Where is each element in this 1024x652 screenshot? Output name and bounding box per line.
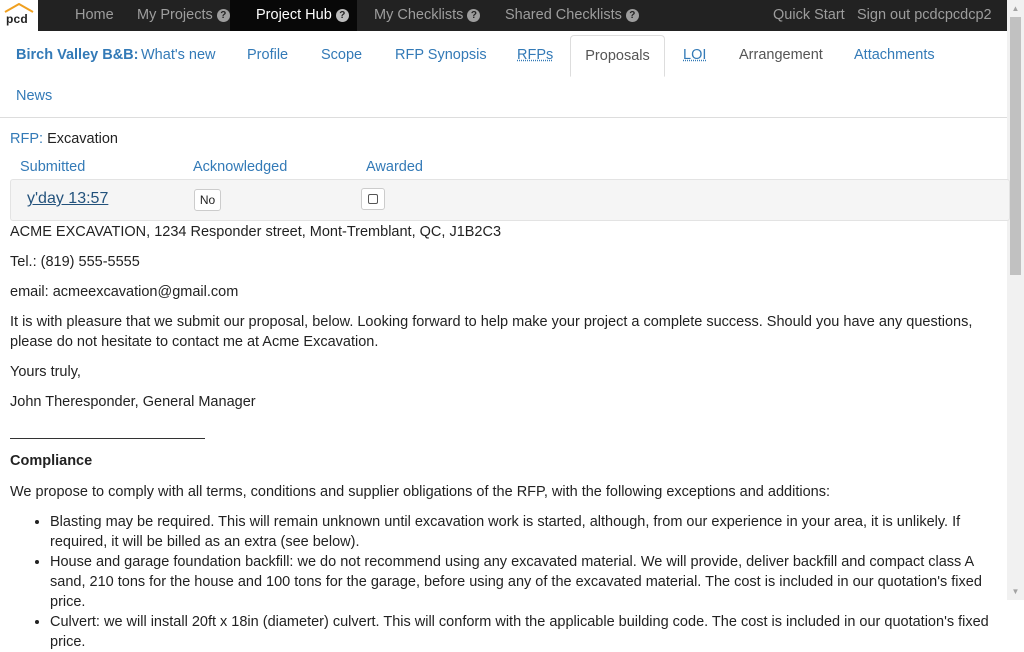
tab-loi[interactable]: LOI (683, 35, 706, 76)
closing: Yours truly, (10, 364, 81, 380)
tab-proposals[interactable]: Proposals (570, 35, 665, 77)
nav-my-checklists[interactable]: My Checklists? (374, 0, 481, 31)
tab-rfp-synopsis[interactable]: RFP Synopsis (395, 35, 487, 76)
header-acknowledged[interactable]: Acknowledged (193, 159, 287, 175)
nav-quick-start[interactable]: Quick Start (773, 0, 845, 31)
tab-attachments[interactable]: Attachments (854, 35, 935, 76)
top-navbar: pcd Home My Projects? Project Hub? My Ch… (0, 0, 1007, 31)
header-submitted[interactable]: Submitted (20, 159, 85, 175)
scroll-up-arrow-icon[interactable]: ▲ (1007, 0, 1024, 17)
nav-my-projects-label: My Projects (137, 7, 213, 23)
acknowledged-button[interactable]: No (194, 189, 221, 211)
list-item: Blasting may be required. This will rema… (50, 512, 1010, 552)
tab-whats-new[interactable]: What's new (141, 35, 216, 76)
project-name[interactable]: Birch Valley B&B: (16, 35, 139, 76)
scroll-thumb[interactable] (1010, 17, 1021, 275)
nav-shared-checklists[interactable]: Shared Checklists? (505, 0, 639, 31)
proposal-row: y'day 13:57 No (10, 179, 1010, 221)
tab-scope[interactable]: Scope (321, 35, 362, 76)
vertical-scrollbar[interactable]: ▲ ▼ (1007, 0, 1024, 600)
list-item: House and garage foundation backfill: we… (50, 552, 1010, 612)
nav-project-hub[interactable]: Project Hub? (230, 0, 357, 31)
supplier-address: ACME EXCAVATION, 1234 Responder street, … (10, 224, 502, 240)
nav-shared-checklists-label: Shared Checklists (505, 7, 622, 23)
compliance-text: We propose to comply with all terms, con… (10, 484, 830, 500)
help-icon[interactable]: ? (625, 9, 639, 22)
project-tabs: Birch Valley B&B: What's new Profile Sco… (0, 31, 1007, 118)
pcd-logo[interactable]: pcd (0, 0, 38, 31)
header-awarded[interactable]: Awarded (366, 159, 423, 175)
nav-my-checklists-label: My Checklists (374, 7, 464, 23)
tab-news[interactable]: News (16, 76, 52, 117)
awarded-checkbox[interactable] (361, 188, 385, 210)
signature: John Theresponder, General Manager (10, 394, 256, 410)
compliance-heading: Compliance (10, 453, 93, 469)
supplier-email: email: acmeexcavation@gmail.com (10, 284, 239, 300)
intro-paragraph: It is with pleasure that we submit our p… (10, 314, 973, 350)
tab-profile[interactable]: Profile (247, 35, 288, 76)
nav-project-hub-label: Project Hub (256, 7, 332, 23)
submitted-date-link[interactable]: y'day 13:57 (27, 190, 108, 208)
nav-sign-out[interactable]: Sign out pcdcpcdcp2 (857, 0, 992, 31)
rfp-label: RFP: (10, 131, 44, 147)
nav-home-label: Home (75, 7, 114, 23)
rfp-name: Excavation (47, 131, 118, 147)
supplier-tel: Tel.: (819) 555-5555 (10, 254, 140, 270)
divider (10, 438, 205, 439)
help-icon[interactable]: ? (216, 9, 230, 22)
compliance-list: Blasting may be required. This will rema… (10, 512, 1010, 652)
list-item: Culvert: we will install 20ft x 18in (di… (50, 612, 1010, 652)
help-icon[interactable]: ? (467, 9, 481, 22)
checkbox-icon (368, 194, 378, 204)
help-icon[interactable]: ? (335, 9, 349, 22)
tab-arrangement[interactable]: Arrangement (739, 35, 823, 76)
nav-home[interactable]: Home (75, 0, 114, 31)
tab-rfps[interactable]: RFPs (517, 35, 553, 76)
nav-my-projects[interactable]: My Projects? (137, 0, 230, 31)
logo-text: pcd (6, 12, 28, 26)
rfp-title: RFP: Excavation (10, 131, 118, 147)
